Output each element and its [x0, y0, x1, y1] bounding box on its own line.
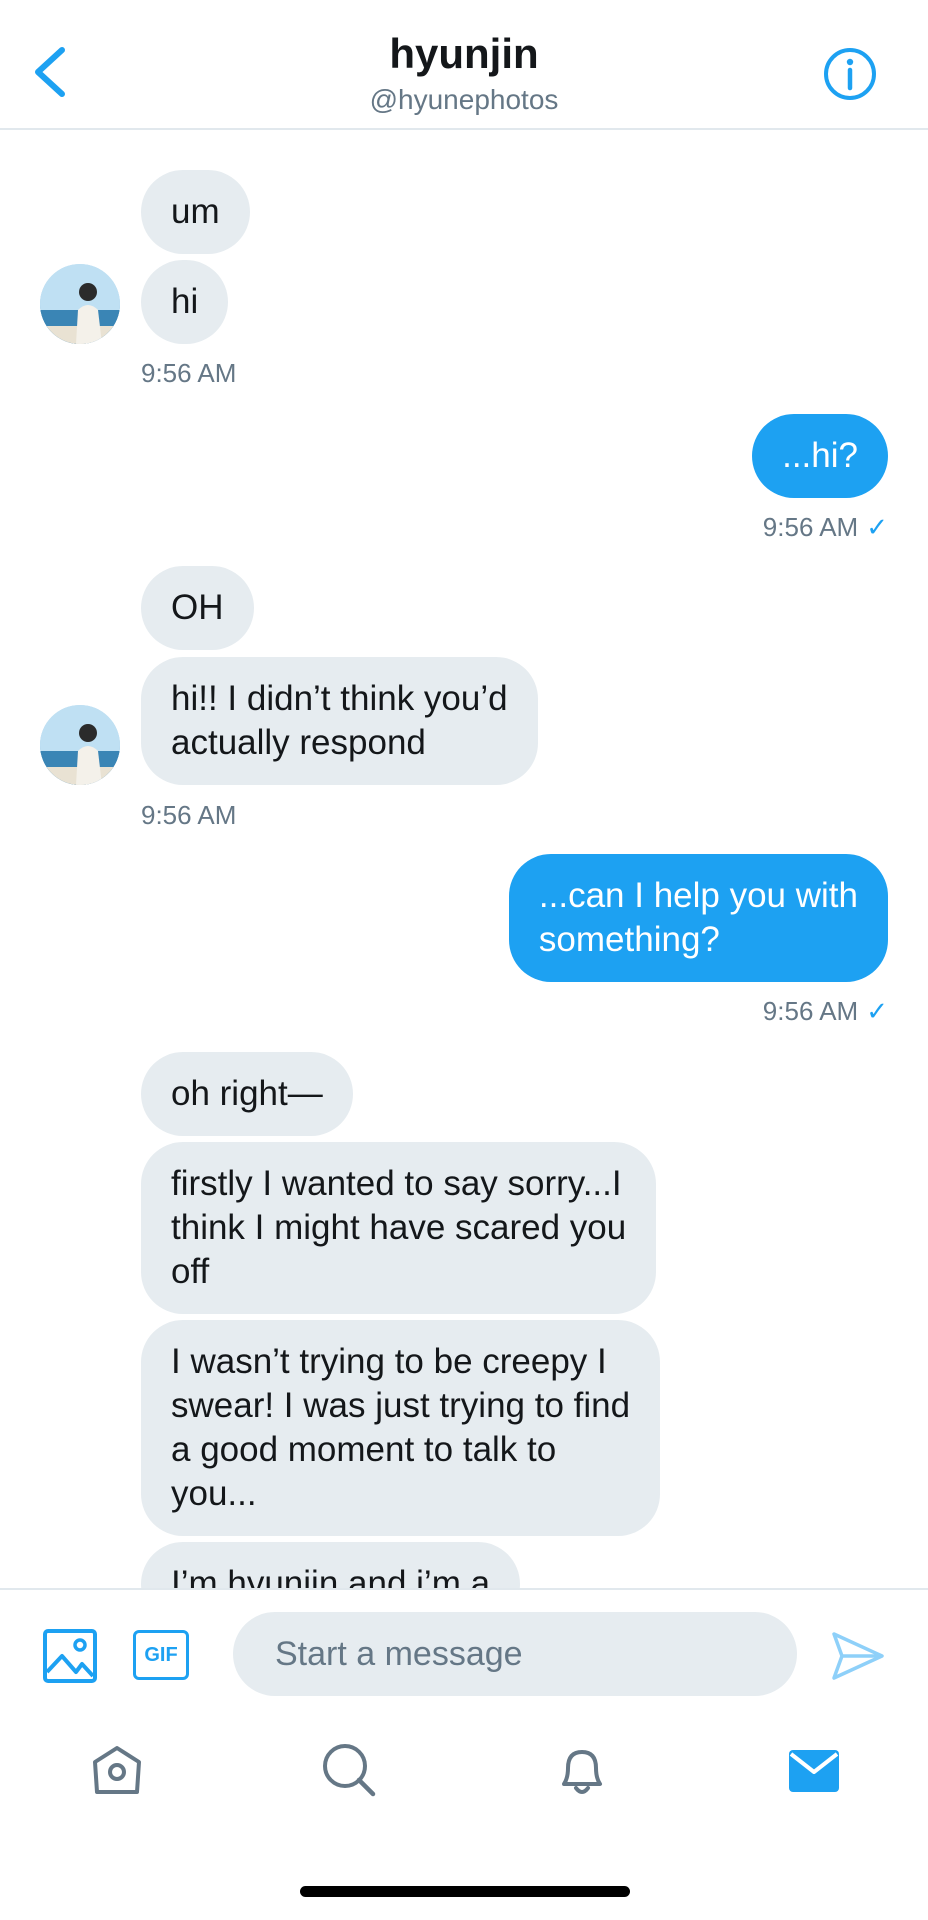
- message-bubble-incoming[interactable]: firstly I wanted to say sorry...I think …: [141, 1142, 657, 1314]
- image-icon: [43, 1629, 97, 1683]
- message-bubble-incoming[interactable]: hi: [141, 260, 229, 344]
- send-button[interactable]: [830, 1630, 886, 1682]
- message-thread[interactable]: um hi 9:56 AM ...hi? 9:56 AM ✓ OH hi!! I …: [0, 130, 928, 1588]
- message-timestamp: 9:56 AM ✓: [763, 512, 888, 543]
- message-timestamp: 9:56 AM ✓: [763, 996, 888, 1027]
- avatar-photo: [40, 264, 120, 344]
- message-timestamp: 9:56 AM: [141, 800, 237, 830]
- bottom-tab-bar: [0, 1716, 928, 1826]
- read-check-icon: ✓: [866, 512, 888, 542]
- message-bubble-incoming[interactable]: hi!! I didn’t think you’d actually respo…: [141, 657, 538, 785]
- mail-icon: [789, 1750, 839, 1792]
- message-bubble-incoming[interactable]: OH: [141, 566, 254, 650]
- conversation-title[interactable]: hyunjin: [0, 30, 928, 78]
- add-media-button[interactable]: [42, 1628, 98, 1684]
- message-bubble-outgoing[interactable]: ...hi?: [752, 414, 888, 498]
- home-icon: [93, 1746, 141, 1794]
- send-icon: [832, 1632, 884, 1680]
- tab-messages[interactable]: [784, 1740, 844, 1800]
- message-composer: GIF: [0, 1588, 928, 1718]
- tab-home[interactable]: [87, 1740, 147, 1800]
- gif-button[interactable]: GIF: [133, 1630, 189, 1680]
- message-bubble-incoming[interactable]: um: [141, 170, 250, 254]
- message-bubble-incoming[interactable]: I wasn’t trying to be creepy I swear! I …: [141, 1320, 661, 1536]
- search-icon: [323, 1744, 376, 1797]
- message-bubble-incoming[interactable]: oh right—: [141, 1052, 353, 1136]
- timestamp-text: 9:56 AM: [762, 512, 859, 542]
- message-bubble-incoming[interactable]: I’m hyunjin and i’m a: [141, 1542, 521, 1588]
- avatar[interactable]: [40, 264, 120, 344]
- bell-icon: [562, 1750, 602, 1794]
- info-button[interactable]: [822, 46, 878, 102]
- tab-notifications[interactable]: [552, 1740, 612, 1800]
- avatar[interactable]: [40, 705, 120, 785]
- avatar-photo: [40, 705, 120, 785]
- tab-search[interactable]: [319, 1740, 379, 1800]
- message-input[interactable]: [233, 1612, 797, 1696]
- info-icon: [824, 48, 876, 100]
- message-timestamp: 9:56 AM: [141, 358, 237, 388]
- read-check-icon: ✓: [866, 996, 888, 1026]
- conversation-header: hyunjin @hyunephotos: [0, 0, 928, 130]
- message-bubble-outgoing[interactable]: ...can I help you with something?: [508, 854, 888, 982]
- timestamp-text: 9:56 AM: [762, 996, 859, 1026]
- home-indicator: [300, 1886, 630, 1897]
- conversation-handle[interactable]: @hyunephotos: [0, 84, 928, 116]
